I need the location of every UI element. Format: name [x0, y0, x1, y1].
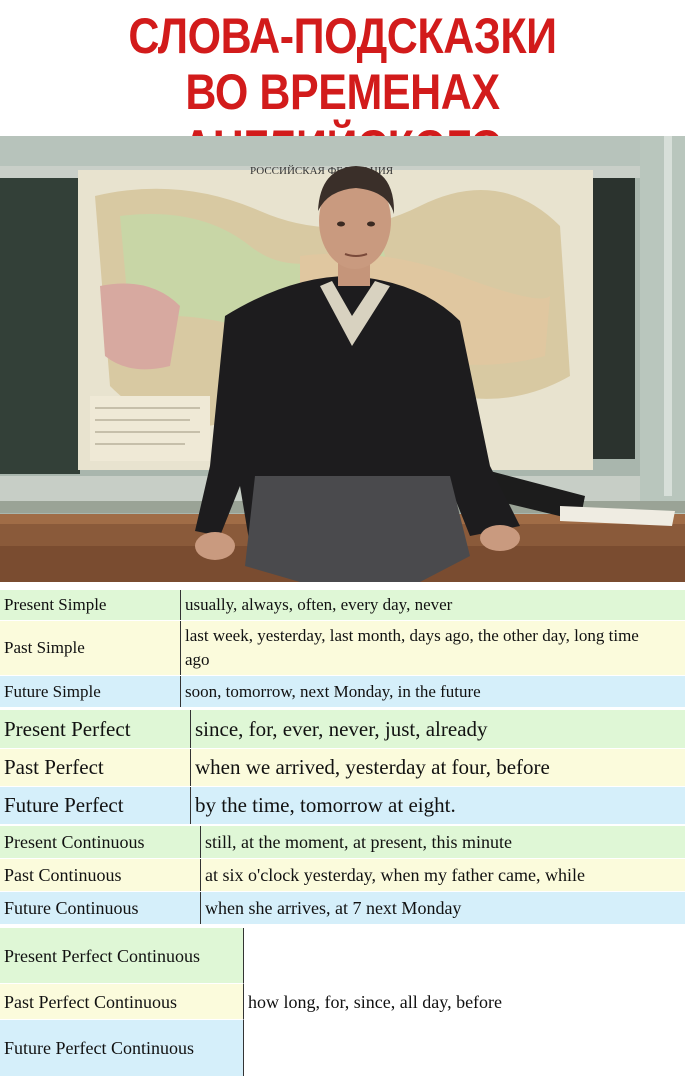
- tense-cell: Present Perfect Continuous: [0, 928, 244, 984]
- markers-cell: usually, always, often, every day, never: [181, 590, 685, 620]
- markers-cell: since, for, ever, never, just, already: [191, 710, 685, 748]
- table-row: Present Continuous still, at the moment,…: [0, 826, 685, 859]
- markers-cell: when she arrives, at 7 next Monday: [201, 892, 685, 924]
- markers-cell: last week, yesterday, last month, days a…: [181, 621, 685, 675]
- table-row: Past Simple last week, yesterday, last m…: [0, 621, 685, 676]
- table-row: Future Simple soon, tomorrow, next Monda…: [0, 676, 685, 708]
- classroom-photo: РОССИЙСКАЯ ФЕДЕРАЦИЯ: [0, 136, 685, 582]
- markers-cell: how long, for, since, all day, before: [244, 928, 685, 1076]
- tense-cell: Future Perfect: [0, 787, 191, 824]
- table-row: Past Perfect when we arrived, yesterday …: [0, 749, 685, 787]
- table-row: Past Continuous at six o'clock yesterday…: [0, 859, 685, 892]
- table-row: Future Continuous when she arrives, at 7…: [0, 892, 685, 925]
- photo-illustration: РОССИЙСКАЯ ФЕДЕРАЦИЯ: [0, 136, 685, 582]
- markers-cell: at six o'clock yesterday, when my father…: [201, 859, 685, 891]
- title-line-1: СЛОВА-ПОДСКАЗКИ: [128, 8, 557, 64]
- table-row: Present Simple usually, always, often, e…: [0, 590, 685, 621]
- markers-cell: still, at the moment, at present, this m…: [201, 826, 685, 858]
- markers-cell: by the time, tomorrow at eight.: [191, 787, 685, 824]
- tense-cell: Past Simple: [0, 621, 181, 675]
- table-row: Present Perfect since, for, ever, never,…: [0, 710, 685, 749]
- tense-cell: Future Simple: [0, 676, 181, 707]
- tense-cell: Present Perfect: [0, 710, 191, 748]
- table-row: Future Perfect by the time, tomorrow at …: [0, 787, 685, 825]
- tense-cell: Present Continuous: [0, 826, 201, 858]
- markers-cell: soon, tomorrow, next Monday, in the futu…: [181, 676, 685, 707]
- tense-cell: Future Perfect Continuous: [0, 1020, 244, 1076]
- tense-cell: Past Perfect: [0, 749, 191, 786]
- markers-cell: when we arrived, yesterday at four, befo…: [191, 749, 685, 786]
- tense-cell: Past Continuous: [0, 859, 201, 891]
- tense-cell: Future Continuous: [0, 892, 201, 924]
- tense-cell: Past Perfect Continuous: [0, 984, 244, 1020]
- tense-cell: Present Simple: [0, 590, 181, 620]
